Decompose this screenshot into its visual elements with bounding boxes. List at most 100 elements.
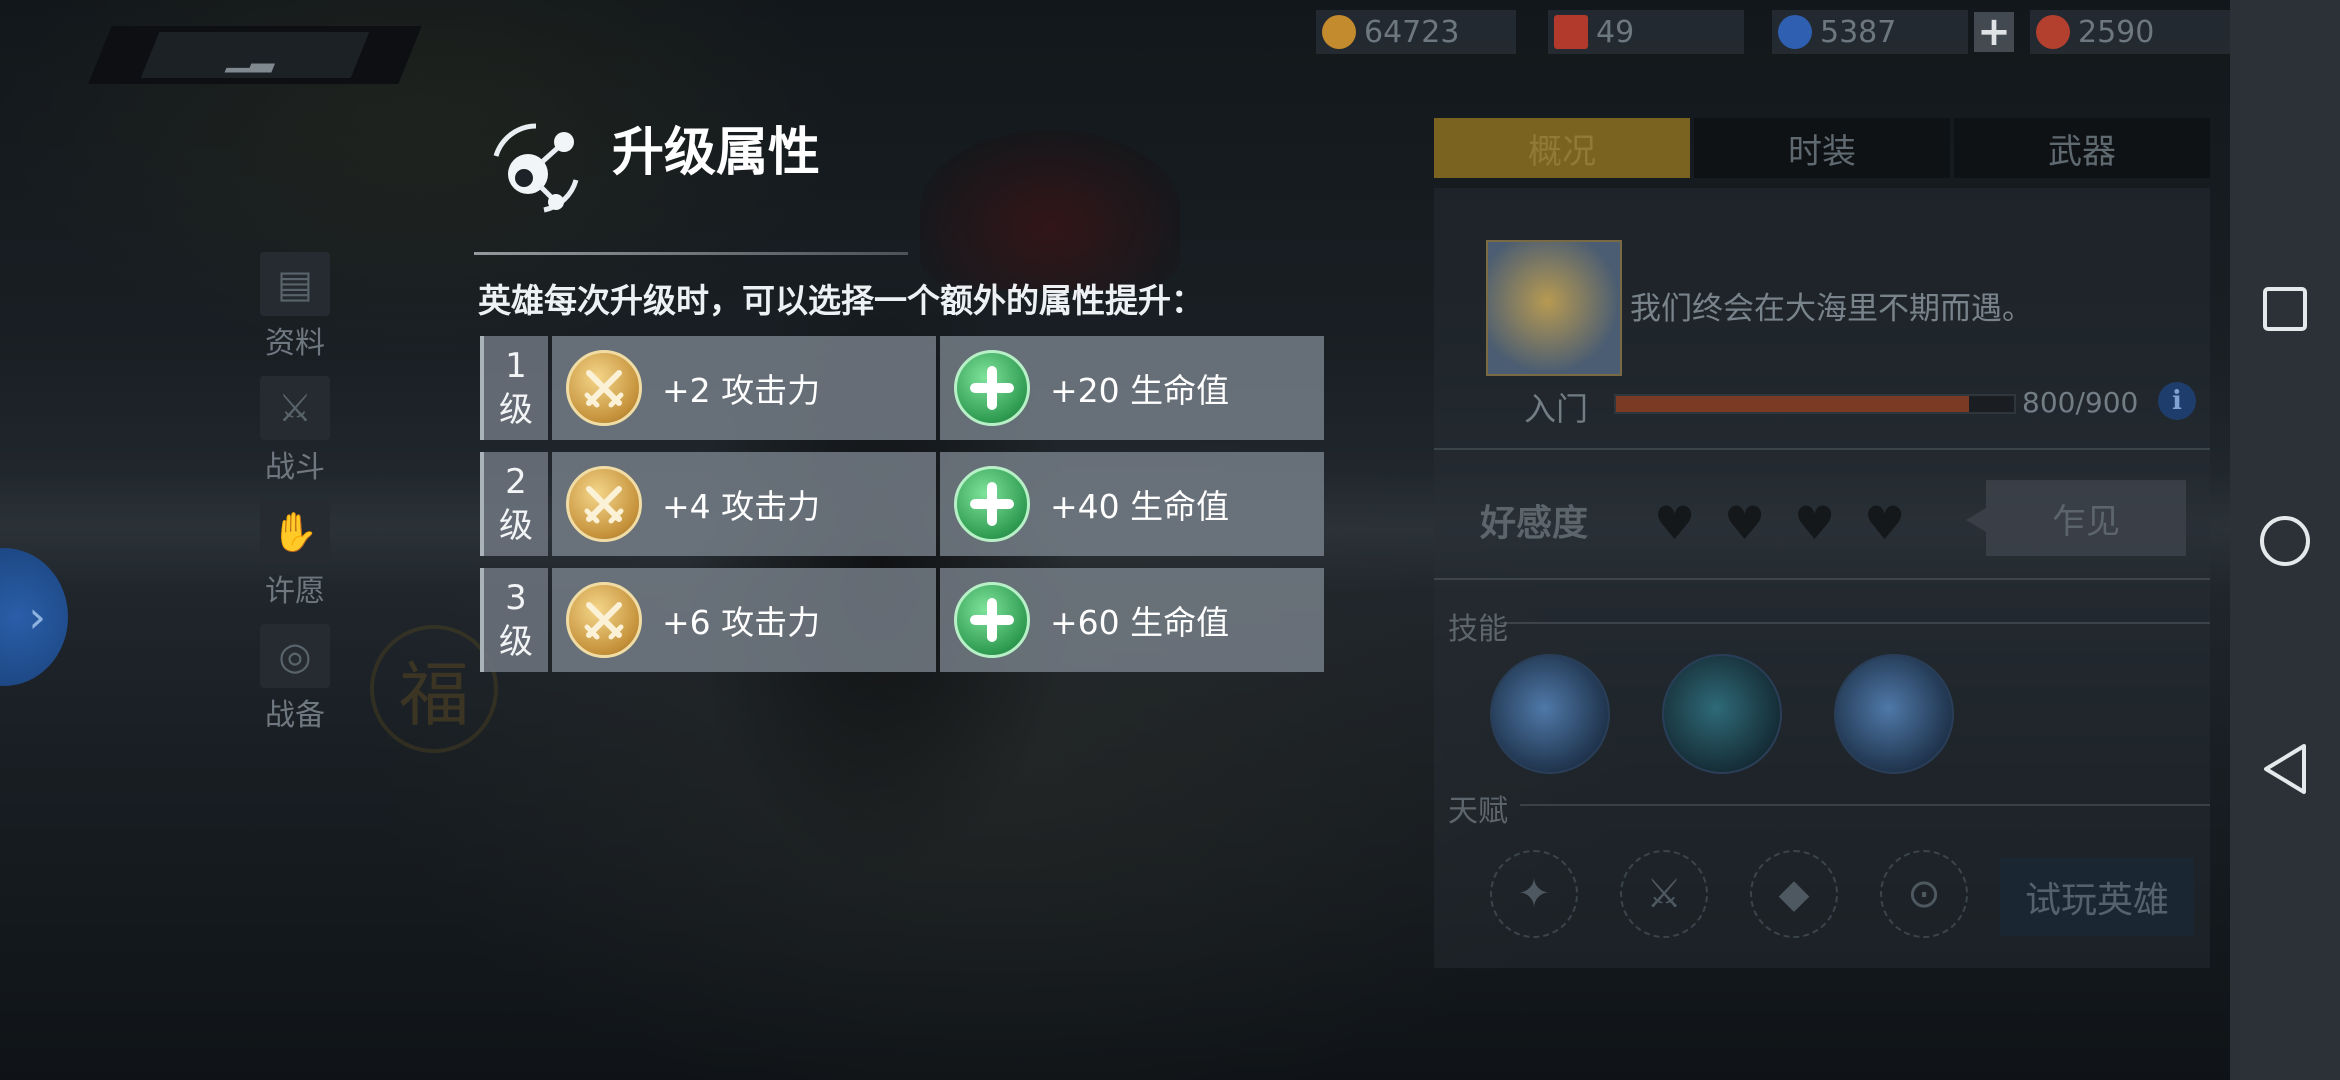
hp-option[interactable]: +20 生命值 [940,336,1324,440]
level-cell: 2 级 [480,452,548,556]
popup-title: 升级属性 [612,123,821,183]
equipment-icon: ◎ [260,624,330,688]
plus-cross-icon [954,466,1030,542]
tab-weapon[interactable]: 武器 [1954,118,2210,178]
favor-label: 好感度 [1480,503,1589,544]
table-row: 1 级 +2 攻击力 +20 生命值 [480,336,1324,440]
stamina-currency[interactable]: 49 [1548,10,1744,54]
talent-2-icon[interactable]: ⚔ [1620,850,1708,938]
blue-gem-icon [1778,15,1812,49]
divider [1500,622,2210,624]
popup-divider [474,252,908,255]
meet-button-notch [1966,508,1986,532]
level-number: 2 [505,462,527,502]
sidebar-item-label: 许愿 [265,574,325,609]
chevron-right-icon: › [28,591,46,643]
circle-icon [2260,516,2310,566]
gem-amount: 5387 [1820,14,1897,50]
sidebar-item-profile[interactable]: ▤ 资料 [258,252,332,362]
talent-1-icon[interactable]: ✦ [1490,850,1578,938]
plus-cross-icon [954,582,1030,658]
crystal-amount: 2590 [2078,14,2155,50]
gold-coin-icon [1322,15,1356,49]
attack-bonus-text: +6 攻击力 [662,603,821,642]
meet-button[interactable]: 乍见 [1986,480,2186,556]
sidebar-item-label: 战备 [265,698,325,733]
combat-icon: ⚔ [260,376,330,440]
sidebar-item-label: 战斗 [265,450,325,485]
stamina-flag-icon [1554,15,1588,49]
crossed-swords-icon [566,582,642,658]
hero-tabs: 概况 时装 武器 [1434,118,2210,178]
talent-label: 天赋 [1448,794,1508,829]
affinity-progress-bar [1614,394,2016,414]
tab-overview[interactable]: 概况 [1434,118,1690,178]
sidebar-item-label: 资料 [265,326,325,361]
hp-bonus-text: +40 生命值 [1050,487,1230,526]
add-gem-button[interactable]: + [1974,12,2014,52]
crossed-swords-icon [566,350,642,426]
tab-costume[interactable]: 时装 [1694,118,1950,178]
fu-emblem: 福 [370,625,498,753]
profile-card-icon: ▤ [260,252,330,316]
affinity-progress-text: 800/900 [2022,386,2139,419]
sidebar-item-wish[interactable]: ✋ 许愿 [258,500,332,610]
level-unit: 级 [499,506,533,546]
affinity-level-label: 入门 [1524,390,1589,428]
divider [1434,448,2210,450]
divider [1434,578,2210,580]
gold-currency[interactable]: 64723 [1316,10,1516,54]
level-number: 3 [505,578,527,618]
divider [1520,804,2210,806]
gem-currency[interactable]: 5387 [1772,10,1968,54]
table-row: 3 级 +6 攻击力 +60 生命值 [480,568,1324,672]
hp-bonus-text: +20 生命值 [1050,371,1230,410]
gold-amount: 64723 [1364,14,1460,50]
heart-icon: ♥ [1864,496,1906,550]
talent-4-icon[interactable]: ⊙ [1880,850,1968,938]
affinity-progress-fill [1616,396,1970,412]
heart-icon: ♥ [1794,496,1836,550]
sidebar-item-combat[interactable]: ⚔ 战斗 [258,376,332,486]
square-icon [2263,287,2307,331]
plus-cross-icon [954,350,1030,426]
level-unit: 级 [499,390,533,430]
rank-emblem: ▁▂ [140,32,370,78]
wish-icon: ✋ [260,500,330,564]
table-row: 2 级 +4 攻击力 +40 生命值 [480,452,1324,556]
crystal-currency[interactable]: 2590 [2030,10,2234,54]
heart-icon: ♥ [1654,496,1696,550]
home-button[interactable] [2254,510,2316,572]
attack-option[interactable]: +4 攻击力 [552,452,936,556]
hero-hat [920,130,1180,290]
hp-option[interactable]: +40 生命值 [940,452,1324,556]
attack-option[interactable]: +2 攻击力 [552,336,936,440]
level-number: 1 [505,346,527,386]
skill-2-icon[interactable] [1662,654,1782,774]
upgrade-attributes-icon [484,116,588,220]
skill-1-icon[interactable] [1490,654,1610,774]
level-cell: 1 级 [480,336,548,440]
popup-description: 英雄每次升级时，可以选择一个额外的属性提升： [478,281,1204,320]
hp-option[interactable]: +60 生命值 [940,568,1324,672]
skill-3-icon[interactable] [1834,654,1954,774]
level-cell: 3 级 [480,568,548,672]
hero-avatar [1486,240,1622,376]
hero-quote: 我们终会在大海里不期而遇。 [1630,291,2033,327]
recents-button[interactable] [2254,278,2316,340]
stamina-amount: 49 [1596,14,1635,50]
heart-icon: ♥ [1724,496,1766,550]
back-button[interactable] [2254,738,2316,800]
attack-bonus-text: +4 攻击力 [662,487,821,526]
attack-option[interactable]: +6 攻击力 [552,568,936,672]
hp-bonus-text: +60 生命值 [1050,603,1230,642]
rank-plate: ▁▂ [88,26,422,84]
triangle-back-icon [2264,744,2306,794]
info-icon[interactable]: i [2158,382,2196,420]
trial-hero-button[interactable]: 试玩英雄 [2000,858,2194,936]
talent-3-icon[interactable]: ◆ [1750,850,1838,938]
attack-bonus-text: +2 攻击力 [662,371,821,410]
red-crystal-icon [2036,15,2070,49]
level-unit: 级 [499,622,533,662]
sidebar-item-equipment[interactable]: ◎ 战备 [258,624,332,734]
